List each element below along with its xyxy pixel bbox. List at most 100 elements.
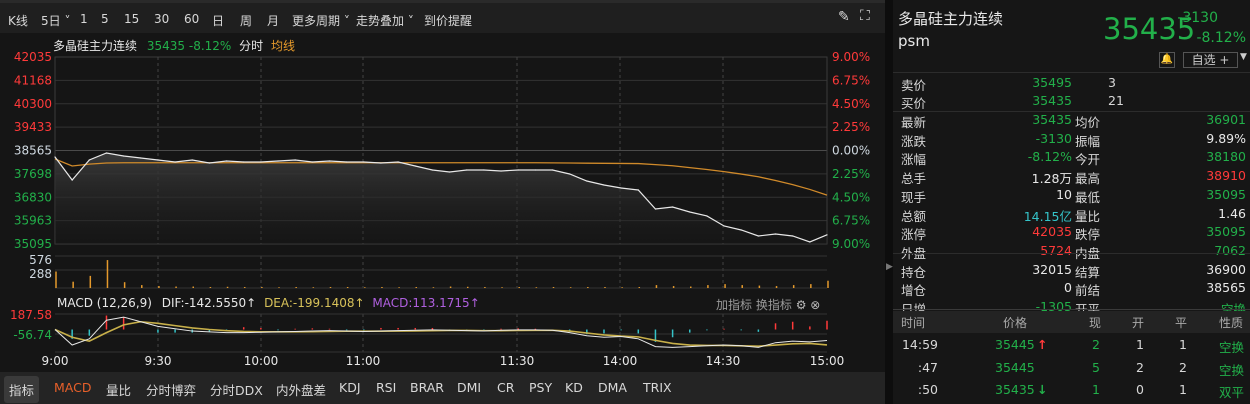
tick-time: 14:59	[901, 337, 938, 352]
quote-value: 5724	[1040, 242, 1072, 258]
tab-psy[interactable]: PSY	[529, 380, 552, 395]
x-tick: 9:30	[145, 354, 172, 368]
tab-rsi[interactable]: RSI	[376, 380, 396, 395]
quote-label: 跌停	[1075, 227, 1101, 243]
volume-tick: 576	[29, 253, 52, 267]
price-point	[620, 187, 622, 189]
switch-indicator-button[interactable]: 换指标	[756, 298, 792, 312]
quote-value: 14.15亿	[1023, 208, 1072, 224]
tab-intraday-ddx[interactable]: 分时DDX	[210, 380, 263, 399]
bid-label: 买价	[901, 96, 927, 111]
intraday-chart[interactable]: 42035 9.00% 41168 6.75% 40300 4.50% 39433 2.25%…	[0, 0, 885, 372]
y-tick-left: 36830	[14, 190, 52, 204]
close-icon[interactable]: ⊗	[810, 298, 820, 312]
price-point	[397, 161, 399, 163]
quote-label: 总额	[901, 208, 927, 224]
y-tick-left: 35963	[14, 214, 52, 228]
tick-row: :50 35435 ↓ 1 0 1 双平	[893, 379, 1250, 401]
tab-kdj[interactable]: KDJ	[339, 380, 361, 395]
quote-change-pct: -8.12%	[1196, 30, 1246, 46]
add-indicator-button[interactable]: 加指标	[716, 298, 752, 312]
y-tick-left: 35095	[14, 237, 52, 251]
tab-volume-ratio[interactable]: 量比	[106, 380, 131, 399]
tab-macd[interactable]: MACD	[54, 380, 91, 395]
quote-value: 0	[1064, 280, 1072, 296]
bell-icon[interactable]: 🔔	[1159, 52, 1175, 68]
quote-value: 36900	[1206, 261, 1246, 277]
ticks-header: 时间 价格 现 开 平 性质	[893, 311, 1250, 333]
collapse-arrow-icon[interactable]: ▶	[886, 262, 893, 272]
tab-kd[interactable]: KD	[565, 380, 583, 395]
macd-title: MACD (12,26,9)	[57, 296, 152, 310]
tab-intraday-game[interactable]: 分时博弈	[146, 380, 196, 399]
y-tick-left: 40300	[14, 97, 52, 111]
y-tick-right: 2.25%	[832, 120, 870, 134]
x-tick: 11:30	[500, 354, 535, 368]
tick-now: 2	[1092, 337, 1100, 352]
quote-label: 最高	[1075, 171, 1101, 187]
quote-value: 9.89%	[1206, 130, 1246, 146]
watchlist-add-button[interactable]: 自选 +	[1183, 52, 1238, 68]
x-tick: 14:30	[706, 354, 741, 368]
tab-trix[interactable]: TRIX	[643, 380, 672, 395]
quote-code: psm	[898, 32, 930, 50]
price-point	[517, 169, 519, 171]
quote-row: 涨跌 -3130 振幅 9.89%	[893, 131, 1250, 149]
quote-row: 增仓 0 前结 38565	[893, 280, 1250, 298]
ask-row: 卖价 35495 3	[893, 75, 1250, 93]
bid-qty: 21	[1108, 93, 1124, 108]
quote-label: 持仓	[901, 264, 927, 280]
quote-row: 涨幅 -8.12% 今开 38180	[893, 149, 1250, 167]
price-point	[71, 179, 73, 181]
price-point	[88, 159, 90, 161]
quote-label: 增仓	[901, 283, 927, 299]
y-tick-left: 41168	[14, 73, 52, 87]
quote-name: 多晶硅主力连续	[898, 10, 1004, 28]
price-point	[723, 225, 725, 227]
ask-label: 卖价	[901, 78, 927, 93]
tab-dma[interactable]: DMA	[598, 380, 627, 395]
quote-row: 总额 14.15亿 量比 1.46	[893, 206, 1250, 224]
col-time: 时间	[901, 316, 926, 330]
tick-open: 1	[1136, 337, 1144, 352]
quote-label: 结算	[1075, 264, 1101, 280]
quote-row: 持仓 32015 结算 36900	[893, 262, 1250, 280]
y-tick-right: 9.00%	[832, 237, 870, 251]
quote-value: 7062	[1214, 242, 1246, 258]
price-point	[757, 235, 759, 237]
tab-cr[interactable]: CR	[497, 380, 514, 395]
quote-row: 总手 1.28万 最高 38910	[893, 168, 1250, 186]
price-point	[826, 234, 828, 236]
quote-label: 今开	[1075, 152, 1101, 168]
quote-label: 总手	[901, 171, 927, 187]
quote-value: 38180	[1206, 149, 1246, 165]
price-point	[689, 211, 691, 213]
tab-dmi[interactable]: DMI	[457, 380, 481, 395]
quote-value: 35095	[1206, 186, 1246, 202]
watchlist-dropdown-icon[interactable]: ▼	[1240, 52, 1247, 62]
tick-now: 1	[1092, 382, 1100, 397]
quote-label: 最低	[1075, 189, 1101, 205]
quote-row: 外盘 5724 内盘 7062	[893, 243, 1250, 261]
price-point	[277, 160, 279, 162]
tab-brar[interactable]: BRAR	[410, 380, 444, 395]
quote-value: 10	[1056, 186, 1072, 202]
tick-type: 空换	[1219, 340, 1245, 355]
ask-qty: 3	[1108, 75, 1116, 90]
gear-icon[interactable]: ⚙	[796, 298, 807, 312]
dif-line	[54, 316, 828, 348]
col-open: 开	[1132, 316, 1145, 330]
y-tick-right: 2.25%	[832, 167, 870, 181]
price-area	[55, 152, 827, 244]
macd-tick: 187.58	[10, 308, 52, 322]
price-point	[414, 165, 416, 167]
tab-inner-outer-diff[interactable]: 内外盘差	[276, 380, 326, 399]
y-tick-right: 4.50%	[832, 97, 870, 111]
tab-indicator[interactable]: 指标	[4, 376, 40, 403]
quote-value: 38565	[1206, 280, 1246, 296]
price-point	[311, 161, 313, 163]
panel-splitter[interactable]: ▶	[885, 0, 893, 404]
y-tick-left: 39433	[14, 120, 52, 134]
y-tick-left: 38565	[14, 144, 52, 158]
price-point	[123, 155, 125, 157]
